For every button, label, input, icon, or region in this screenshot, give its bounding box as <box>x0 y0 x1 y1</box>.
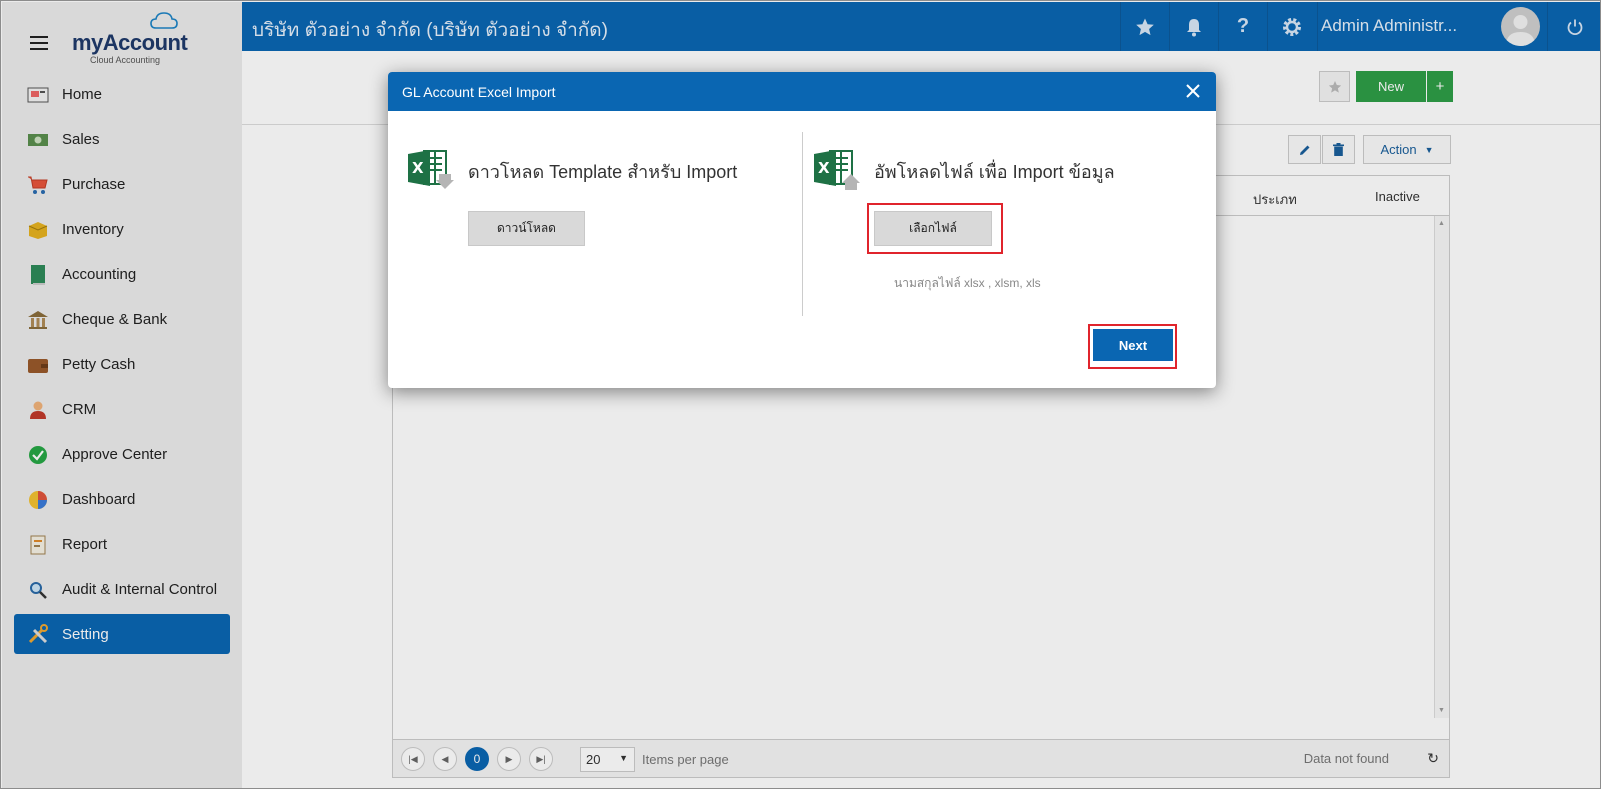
sidebar-item-approve-center[interactable]: Approve Center <box>2 432 242 477</box>
sidebar-item-home[interactable]: Home <box>2 72 242 117</box>
sidebar-item-label: Report <box>62 536 108 553</box>
person-icon <box>26 399 50 421</box>
sidebar-item-dashboard[interactable]: Dashboard <box>2 477 242 522</box>
sidebar-item-label: Setting <box>62 625 109 643</box>
modal-header: GL Account Excel Import <box>388 72 1216 111</box>
logo-subtitle: Cloud Accounting <box>90 55 161 65</box>
grid-scrollbar[interactable]: ▲ ▼ <box>1434 216 1449 718</box>
pie-icon <box>26 489 50 511</box>
sidebar-item-label: Purchase <box>62 176 126 193</box>
new-plus-button[interactable]: + <box>1427 71 1453 102</box>
sidebar-item-label: CRM <box>62 401 97 418</box>
sidebar-item-label: Home <box>62 86 103 103</box>
column-header-type[interactable]: ประเภท <box>1253 189 1297 210</box>
top-bar: บริษัท ตัวอย่าง จำกัด (บริษัท ตัวอย่าง จ… <box>242 2 1600 51</box>
app-frame: myAccount Cloud Accounting Home Sales Purc… <box>0 0 1601 789</box>
last-page-button[interactable]: ▶| <box>529 747 553 771</box>
sidebar-item-label: Petty Cash <box>62 356 136 373</box>
sidebar-item-cheque-bank[interactable]: Cheque & Bank <box>2 297 242 342</box>
cart-icon <box>26 174 50 196</box>
new-button[interactable]: New <box>1356 71 1426 102</box>
sidebar-item-label: Cheque & Bank <box>62 311 168 328</box>
check-icon <box>26 444 50 466</box>
sidebar-item-accounting[interactable]: Accounting <box>2 252 242 297</box>
magnifier-icon <box>26 579 50 601</box>
sidebar-item-audit-internal-control[interactable]: Audit & Internal Control <box>2 567 242 612</box>
column-header-inactive[interactable]: Inactive <box>1375 189 1420 204</box>
sidebar-item-label: Approve Center <box>62 446 168 463</box>
close-icon[interactable] <box>1182 80 1204 102</box>
action-label: Action <box>1380 142 1417 157</box>
sidebar: myAccount Cloud Accounting Home Sales Purc… <box>2 2 242 788</box>
avatar[interactable] <box>1501 7 1540 46</box>
box-icon <box>26 219 50 241</box>
sidebar-nav: Home Sales Purchase Inventory Accounting Cheq… <box>2 72 242 654</box>
download-section-title: ดาวโหลด Template สำหรับ Import <box>468 162 738 182</box>
sidebar-item-label: Audit & Internal Control <box>62 581 218 598</box>
modal-title: GL Account Excel Import <box>402 84 556 100</box>
gear-icon[interactable] <box>1267 2 1316 51</box>
favorite-button[interactable] <box>1319 71 1350 102</box>
delete-button[interactable] <box>1322 135 1355 164</box>
items-per-page-label: Items per page <box>642 752 729 767</box>
refresh-icon[interactable]: ↻ <box>1427 750 1439 767</box>
section-divider <box>802 132 803 316</box>
bank-icon <box>26 309 50 331</box>
caret-down-icon: ▼ <box>1424 144 1434 155</box>
svg-text:X: X <box>412 159 424 177</box>
tools-icon <box>26 623 50 645</box>
sidebar-item-inventory[interactable]: Inventory <box>2 207 242 252</box>
sidebar-item-petty-cash[interactable]: Petty Cash <box>2 342 242 387</box>
help-icon[interactable]: ? <box>1218 2 1267 51</box>
svg-text:X: X <box>818 159 830 177</box>
logo-area: myAccount Cloud Accounting <box>2 2 242 72</box>
trash-icon <box>1333 143 1344 156</box>
bell-icon[interactable] <box>1169 2 1218 51</box>
sidebar-item-label: Accounting <box>62 266 137 283</box>
choose-file-button[interactable]: เลือกไฟล์ <box>874 211 992 246</box>
import-modal: GL Account Excel Import X ดาวโหลด Templa… <box>388 72 1216 388</box>
file-extensions-hint: นามสกุลไฟล์ xlsx , xlsm, xls <box>894 276 1041 290</box>
next-button[interactable]: Next <box>1093 329 1173 361</box>
first-page-button[interactable]: |◀ <box>401 747 425 771</box>
sales-icon <box>26 129 50 151</box>
sidebar-item-crm[interactable]: CRM <box>2 387 242 432</box>
action-dropdown[interactable]: Action ▼ <box>1363 135 1451 164</box>
home-icon <box>26 84 50 106</box>
menu-icon[interactable] <box>30 36 48 50</box>
download-template-button[interactable]: ดาวน์โหลด <box>468 211 585 246</box>
prev-page-button[interactable]: ◀ <box>433 747 457 771</box>
pencil-icon <box>1299 145 1309 155</box>
logo[interactable]: myAccount Cloud Accounting <box>72 12 192 68</box>
sidebar-item-report[interactable]: Report <box>2 522 242 567</box>
excel-download-icon: X <box>408 150 454 189</box>
sidebar-item-purchase[interactable]: Purchase <box>2 162 242 207</box>
page-size-value: 20 <box>586 752 601 767</box>
upload-section-title: อัพโหลดไฟล์ เพื่อ Import ข้อมูล <box>874 162 1115 182</box>
user-name[interactable]: Admin Administr... <box>1321 16 1457 36</box>
caret-down-icon: ▼ <box>619 753 628 763</box>
pager: |◀ ◀ 0 ▶ ▶| 20 ▼ Items per page Data not… <box>393 739 1449 777</box>
sidebar-item-label: Dashboard <box>62 491 136 508</box>
no-data-label: Data not found <box>1303 751 1389 766</box>
ledger-icon <box>26 264 50 286</box>
favorite-star-icon[interactable] <box>1120 2 1169 51</box>
report-icon <box>26 534 50 556</box>
page-size-select[interactable]: 20 ▼ <box>580 747 635 772</box>
edit-button[interactable] <box>1288 135 1321 164</box>
cloud-icon <box>150 12 178 29</box>
wallet-icon <box>26 354 50 376</box>
company-name: บริษัท ตัวอย่าง จำกัด (บริษัท ตัวอย่าง จ… <box>252 20 608 41</box>
excel-upload-icon: X <box>814 150 860 190</box>
sidebar-item-sales[interactable]: Sales <box>2 117 242 162</box>
logo-brand: myAccount <box>72 30 188 55</box>
power-icon[interactable] <box>1547 2 1600 51</box>
sidebar-item-label: Sales <box>62 131 100 148</box>
current-page[interactable]: 0 <box>465 747 489 771</box>
sidebar-item-label: Inventory <box>62 221 124 238</box>
next-page-button[interactable]: ▶ <box>497 747 521 771</box>
sidebar-item-setting[interactable]: Setting <box>14 614 230 654</box>
